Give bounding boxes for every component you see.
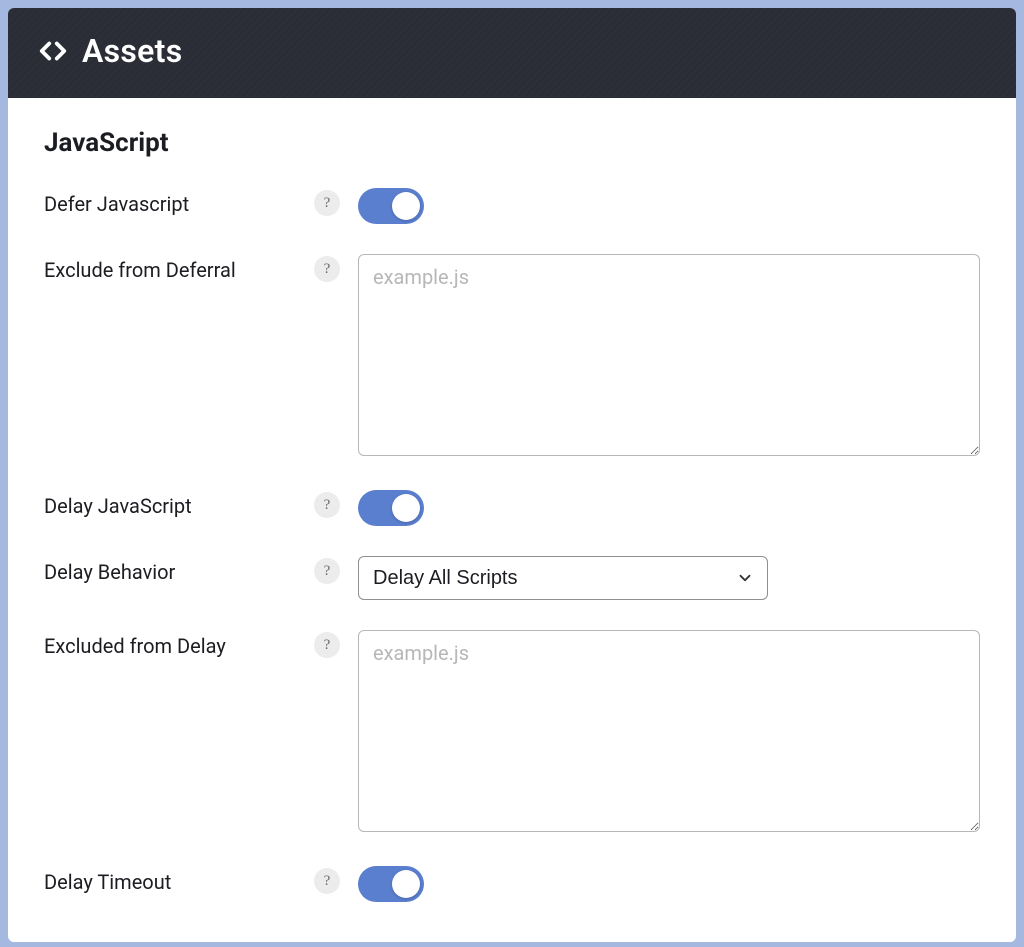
code-icon [38,36,68,66]
panel-header: Assets [8,8,1016,98]
panel-body: JavaScript Defer Javascript ? Exclude fr… [8,98,1016,942]
help-icon[interactable]: ? [314,632,340,658]
toggle-defer-javascript[interactable] [358,188,424,224]
textarea-exclude-deferral[interactable] [358,254,980,456]
label-delay-timeout: Delay Timeout [44,866,304,894]
label-delay-javascript: Delay JavaScript [44,490,304,518]
panel-title: Assets [82,32,183,70]
help-icon[interactable]: ? [314,256,340,282]
row-delay-javascript: Delay JavaScript ? [44,490,980,526]
label-defer-javascript: Defer Javascript [44,188,304,216]
select-delay-behavior[interactable]: Delay All Scripts [358,556,768,600]
row-delay-timeout: Delay Timeout ? [44,866,980,902]
label-delay-behavior: Delay Behavior [44,556,304,584]
help-icon[interactable]: ? [314,558,340,584]
toggle-delay-javascript[interactable] [358,490,424,526]
row-excluded-delay: Excluded from Delay ? [44,630,980,836]
help-icon[interactable]: ? [314,190,340,216]
label-exclude-deferral: Exclude from Deferral [44,254,304,282]
toggle-delay-timeout[interactable] [358,866,424,902]
assets-panel: Assets JavaScript Defer Javascript ? Exc… [4,4,1020,946]
row-defer-javascript: Defer Javascript ? [44,188,980,224]
row-delay-behavior: Delay Behavior ? Delay All Scripts [44,556,980,600]
row-exclude-deferral: Exclude from Deferral ? [44,254,980,460]
label-excluded-delay: Excluded from Delay [44,630,304,658]
section-heading: JavaScript [44,128,980,158]
help-icon[interactable]: ? [314,492,340,518]
textarea-excluded-delay[interactable] [358,630,980,832]
help-icon[interactable]: ? [314,868,340,894]
